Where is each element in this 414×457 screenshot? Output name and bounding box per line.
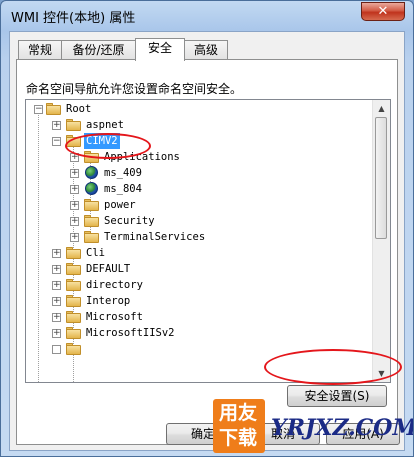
folder-icon — [84, 231, 99, 243]
tab-general[interactable]: 常规 — [18, 40, 62, 60]
tree-item-label: Cli — [86, 247, 105, 259]
tree-item-label: ms_409 — [104, 167, 142, 179]
folder-icon — [84, 199, 99, 211]
folder-icon — [66, 279, 81, 291]
tree-item-terminalservices[interactable]: + TerminalServices — [26, 229, 366, 245]
scroll-up-arrow-icon[interactable]: ▲ — [373, 100, 390, 117]
tree-item-microsoft[interactable]: + Microsoft — [26, 309, 366, 325]
tree-item-ms804[interactable]: + ms_804 — [26, 181, 366, 197]
namespace-description: 命名空间导航允许您设置命名空间安全。 — [26, 82, 243, 96]
ok-button[interactable]: 确定 — [166, 423, 240, 445]
expand-icon[interactable]: + — [52, 297, 61, 306]
tree-item-partial — [26, 341, 366, 357]
expand-icon[interactable]: + — [70, 153, 79, 162]
expand-icon[interactable]: + — [52, 121, 61, 130]
expand-icon[interactable]: + — [52, 281, 61, 290]
scroll-down-arrow-icon[interactable]: ▼ — [373, 365, 390, 382]
tree-item-ms409[interactable]: + ms_409 — [26, 165, 366, 181]
tree-vertical-scrollbar[interactable]: ▲ ▼ — [372, 100, 390, 382]
expand-icon[interactable]: + — [70, 201, 79, 210]
close-button[interactable]: ✕ — [361, 2, 405, 21]
expand-icon[interactable]: + — [70, 217, 79, 226]
tree-item-label: aspnet — [86, 119, 124, 131]
collapse-icon[interactable]: − — [52, 137, 61, 146]
tree-item-directory[interactable]: + directory — [26, 277, 366, 293]
tree-item-microsoftiisv2[interactable]: + MicrosoftIISv2 — [26, 325, 366, 341]
dialog-body: 常规 备份/还原 安全 高级 命名空间导航允许您设置命名空间安全。 − Root — [9, 31, 405, 451]
window-title: WMI 控件(本地) 属性 — [11, 11, 136, 26]
expand-icon[interactable]: + — [70, 185, 79, 194]
tree-item-aspnet[interactable]: + aspnet — [26, 117, 366, 133]
tree-item-label: Security — [104, 215, 155, 227]
folder-icon — [66, 135, 81, 147]
tree-item-label: ms_804 — [104, 183, 142, 195]
folder-icon — [66, 263, 81, 275]
expand-icon[interactable]: + — [70, 233, 79, 242]
expand-icon[interactable]: + — [70, 169, 79, 178]
folder-icon — [66, 343, 81, 355]
globe-icon — [85, 166, 98, 179]
folder-icon — [66, 295, 81, 307]
tree-item-cimv2[interactable]: − CIMV2 — [26, 133, 366, 149]
tab-security[interactable]: 安全 — [135, 38, 185, 61]
tree-viewport: − Root + aspnet − CIMV2 + Applications +… — [26, 100, 374, 382]
tree-item-default[interactable]: + DEFAULT — [26, 261, 366, 277]
globe-icon — [85, 182, 98, 195]
folder-icon — [84, 215, 99, 227]
folder-icon — [84, 151, 99, 163]
tree-item-label: Microsoft — [86, 311, 143, 323]
tree-item-label: power — [104, 199, 136, 211]
tab-advanced[interactable]: 高级 — [184, 40, 228, 60]
folder-icon — [66, 119, 81, 131]
tree-item-cli[interactable]: + Cli — [26, 245, 366, 261]
expand-icon — [52, 345, 61, 354]
tree-item-label: directory — [86, 279, 143, 291]
expand-icon[interactable]: + — [52, 249, 61, 258]
security-tab-panel: 命名空间导航允许您设置命名空间安全。 − Root + aspnet − CIM… — [16, 59, 398, 445]
tree-item-label: DEFAULT — [86, 263, 131, 275]
tree-item-power[interactable]: + power — [26, 197, 366, 213]
security-settings-button[interactable]: 安全设置(S) — [287, 385, 387, 407]
tree-item-security[interactable]: + Security — [26, 213, 366, 229]
tree-item-applications[interactable]: + Applications — [26, 149, 366, 165]
tree-item-label: Applications — [104, 151, 180, 163]
tree-item-label: TerminalServices — [104, 231, 206, 243]
tree-item-label: Root — [66, 103, 92, 115]
expand-icon[interactable]: + — [52, 313, 61, 322]
folder-icon — [46, 103, 61, 115]
namespace-tree[interactable]: − Root + aspnet − CIMV2 + Applications +… — [25, 99, 391, 383]
tab-backup-restore[interactable]: 备份/还原 — [61, 40, 136, 60]
title-bar[interactable]: WMI 控件(本地) 属性 ✕ — [1, 1, 413, 31]
apply-button[interactable]: 应用(A) — [326, 423, 400, 445]
cancel-button[interactable]: 取消 — [246, 423, 320, 445]
folder-icon — [66, 327, 81, 339]
expand-icon[interactable]: + — [52, 329, 61, 338]
collapse-icon[interactable]: − — [34, 105, 43, 114]
tree-item-label: MicrosoftIISv2 — [86, 327, 175, 339]
tree-item-label-selected: CIMV2 — [84, 133, 120, 149]
scroll-thumb[interactable] — [375, 117, 387, 239]
folder-icon — [66, 247, 81, 259]
tree-item-label: Interop — [86, 295, 131, 307]
folder-icon — [66, 311, 81, 323]
expand-icon[interactable]: + — [52, 265, 61, 274]
properties-window: WMI 控件(本地) 属性 ✕ 常规 备份/还原 安全 高级 命名空间导航允许您… — [0, 0, 414, 457]
tree-item-root[interactable]: − Root — [26, 101, 366, 117]
tree-item-interop[interactable]: + Interop — [26, 293, 366, 309]
